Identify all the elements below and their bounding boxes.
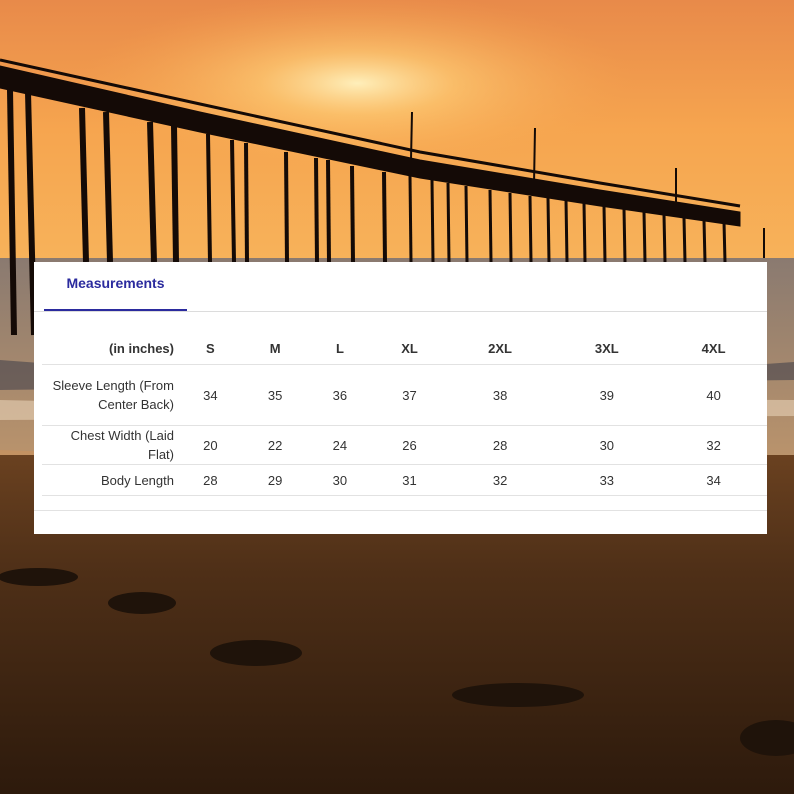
size-column-header: 3XL (553, 332, 661, 365)
table-cell: 32 (446, 464, 554, 496)
row-label: Chest Width (Laid Flat) (42, 425, 178, 465)
divider (34, 510, 767, 511)
table-row: Chest Width (Laid Flat) 20 22 24 26 28 3… (42, 425, 767, 465)
table-cell: 30 (307, 464, 373, 496)
table-cell: 26 (372, 425, 447, 465)
size-column-header: XL (372, 332, 447, 365)
table-row: Body Length 28 29 30 31 32 33 34 (42, 464, 767, 496)
table-row: Sleeve Length (From Center Back) 34 35 3… (42, 364, 767, 426)
size-chart-table: (in inches) S M L XL 2XL 3XL 4XL Sleeve … (42, 332, 767, 496)
table-cell: 22 (242, 425, 308, 465)
table-cell: 36 (307, 364, 373, 426)
table-cell: 37 (372, 364, 447, 426)
row-label: Sleeve Length (From Center Back) (42, 364, 178, 426)
table-cell: 40 (660, 364, 767, 426)
table-cell: 28 (178, 464, 243, 496)
table-cell: 31 (372, 464, 447, 496)
table-cell: 32 (660, 425, 767, 465)
size-column-header: 4XL (660, 332, 767, 365)
unit-header: (in inches) (42, 332, 178, 365)
size-column-header: S (178, 332, 243, 365)
table-cell: 35 (242, 364, 308, 426)
table-cell: 29 (242, 464, 308, 496)
tab-measurements[interactable]: Measurements (44, 262, 187, 311)
row-label: Body Length (42, 464, 178, 496)
table-cell: 28 (446, 425, 554, 465)
table-cell: 39 (553, 364, 661, 426)
tab-bar: Measurements (34, 262, 767, 312)
table-header-row: (in inches) S M L XL 2XL 3XL 4XL (42, 332, 767, 365)
table-cell: 38 (446, 364, 554, 426)
table-cell: 30 (553, 425, 661, 465)
table-cell: 34 (178, 364, 243, 426)
table-cell: 34 (660, 464, 767, 496)
size-column-header: 2XL (446, 332, 554, 365)
table-cell: 24 (307, 425, 373, 465)
size-chart-panel: Measurements (in inches) S M L XL 2XL 3X… (34, 262, 767, 534)
size-column-header: L (307, 332, 373, 365)
size-column-header: M (242, 332, 308, 365)
table-cell: 20 (178, 425, 243, 465)
table-cell: 33 (553, 464, 661, 496)
